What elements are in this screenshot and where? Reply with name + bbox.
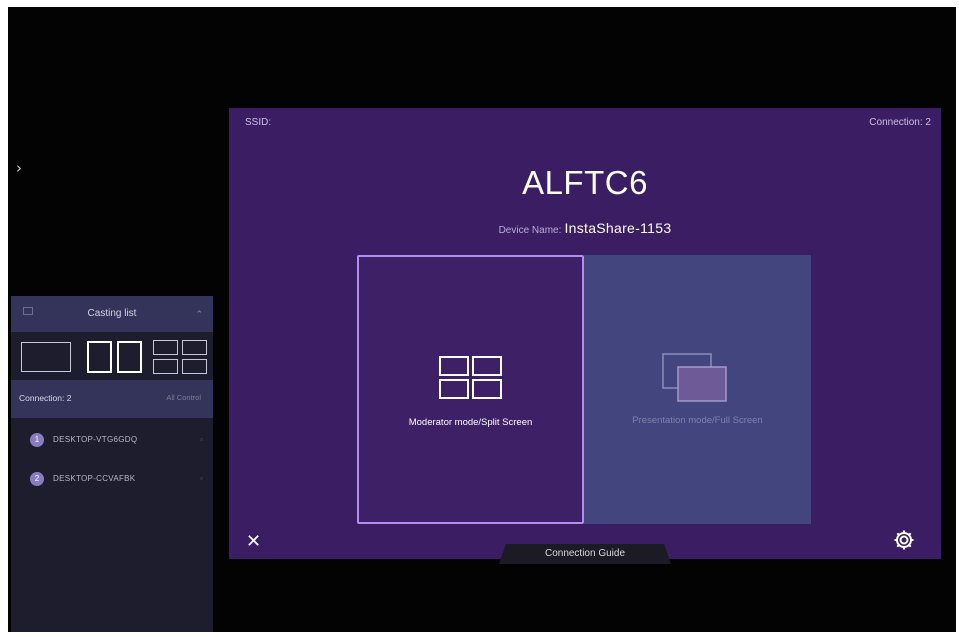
device-name-value: InstaShare-1153 (564, 220, 672, 236)
device-name-label: Device Name: (498, 225, 562, 236)
network-title: ALFTC6 (522, 164, 648, 201)
moderator-mode-label: Moderator mode/Split Screen (408, 417, 533, 428)
single-layout-icon[interactable] (21, 342, 71, 372)
split-screen-icon (439, 356, 502, 399)
device-name: DESKTOP-VTG6GDQ (53, 435, 138, 444)
close-icon[interactable]: ✕ (246, 533, 261, 551)
casting-list-panel: Casting list ⌃ Connection: 2 All Control… (11, 296, 213, 632)
display-screen: › SSID: Connection: 2 ALFTC6 Device Name… (8, 7, 956, 632)
collapse-icon[interactable]: ⌃ (195, 309, 203, 320)
panel-connection-count: Connection: 2 (19, 393, 72, 403)
full-screen-icon (662, 353, 727, 402)
device-number-badge: 1 (30, 433, 44, 447)
presentation-mode-card[interactable]: Presentation mode/Full Screen (584, 255, 811, 524)
ssid-label: SSID: (245, 117, 272, 128)
connection-row: Connection: 2 All Control (11, 380, 213, 418)
list-item[interactable]: 1 DESKTOP-VTG6GDQ ▫ (11, 430, 213, 452)
moderator-mode-card[interactable]: Moderator mode/Split Screen (357, 255, 584, 524)
connection-guide-tab[interactable]: Connection Guide (499, 544, 671, 564)
device-number-badge: 2 (30, 472, 44, 486)
quad-layout-icon[interactable] (153, 340, 207, 374)
device-name-line: Device Name: InstaShare-1153 (229, 220, 941, 236)
layout-selector (11, 332, 213, 380)
device-name: DESKTOP-CCVAFBK (53, 474, 136, 483)
chevron-right-icon[interactable]: › (16, 159, 22, 177)
cast-window: SSID: Connection: 2 ALFTC6 Device Name: … (229, 108, 941, 564)
connection-count: Connection: 2 (869, 117, 931, 128)
presentation-mode-label: Presentation mode/Full Screen (632, 415, 763, 426)
dual-layout-icon[interactable] (87, 341, 143, 373)
device-status-icon: ▫ (200, 474, 203, 483)
list-item[interactable]: 2 DESKTOP-CCVAFBK ▫ (11, 469, 213, 491)
device-status-icon: ▫ (200, 435, 203, 444)
casting-list-title: Casting list (87, 308, 137, 319)
casting-list-header: Casting list ⌃ (11, 296, 213, 332)
all-control-button[interactable]: All Control (166, 393, 201, 402)
gear-icon[interactable] (892, 528, 916, 552)
